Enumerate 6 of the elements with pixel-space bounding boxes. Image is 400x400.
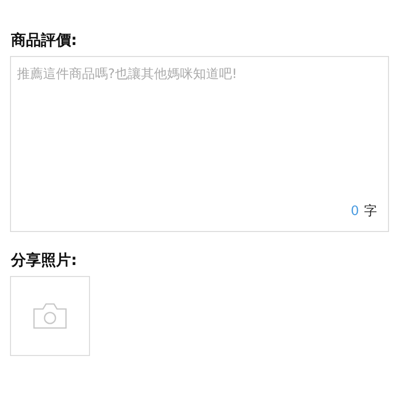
- review-label: 商品評價:: [11, 30, 78, 50]
- camera-icon: [33, 303, 67, 329]
- character-count: 0: [350, 204, 359, 219]
- photos-label: 分享照片:: [11, 250, 78, 270]
- count-unit: 字: [364, 203, 377, 220]
- add-photo-button[interactable]: [10, 276, 90, 356]
